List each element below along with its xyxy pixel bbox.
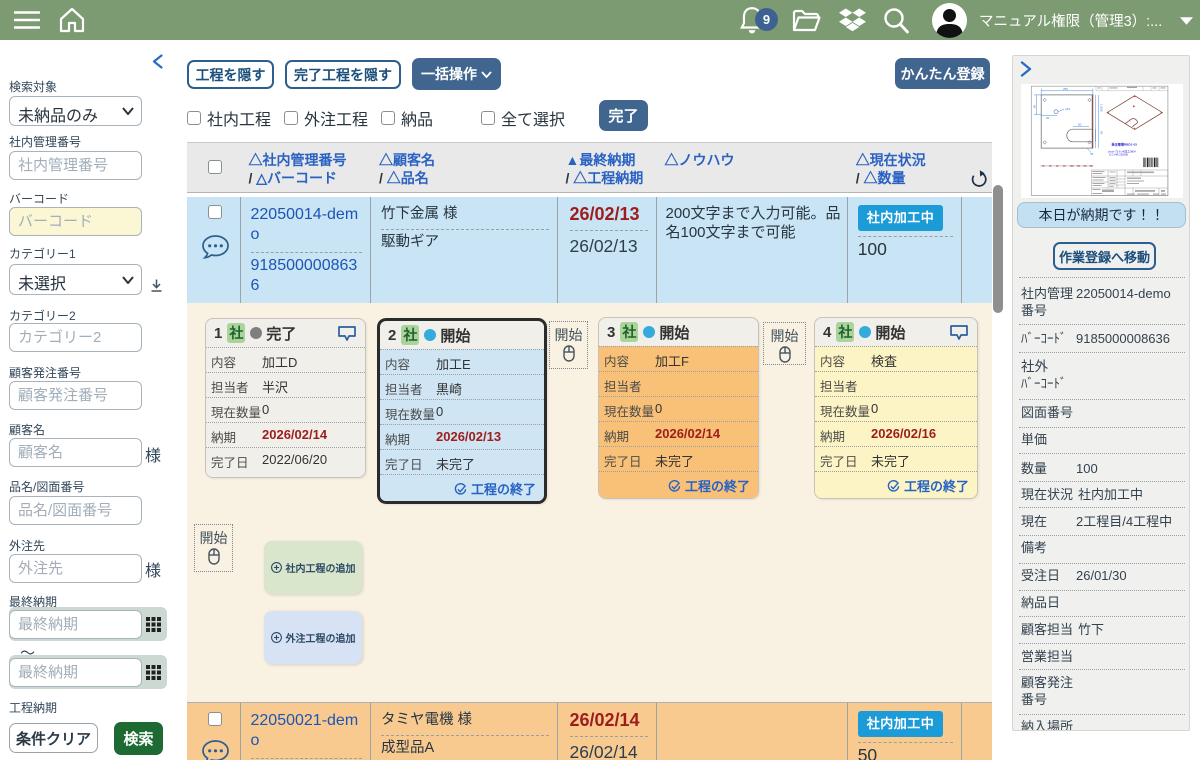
svg-text:30: 30 — [1046, 116, 1050, 120]
svg-text:250: 250 — [1063, 87, 1068, 91]
svg-text:50: 50 — [1100, 131, 1104, 135]
svg-text:1.565: 1.565 — [1100, 104, 1104, 112]
svg-text:受注管理RBD1-03: 受注管理RBD1-03 — [1112, 142, 1138, 147]
svg-text:50: 50 — [1078, 123, 1082, 127]
svg-text:6.2 x45-22(M)6: 6.2 x45-22(M)6 — [1109, 153, 1128, 157]
svg-text:45: 45 — [1090, 152, 1094, 156]
svg-text:60: 60 — [1033, 105, 1037, 109]
svg-text:⌀15: ⌀15 — [1065, 107, 1071, 111]
